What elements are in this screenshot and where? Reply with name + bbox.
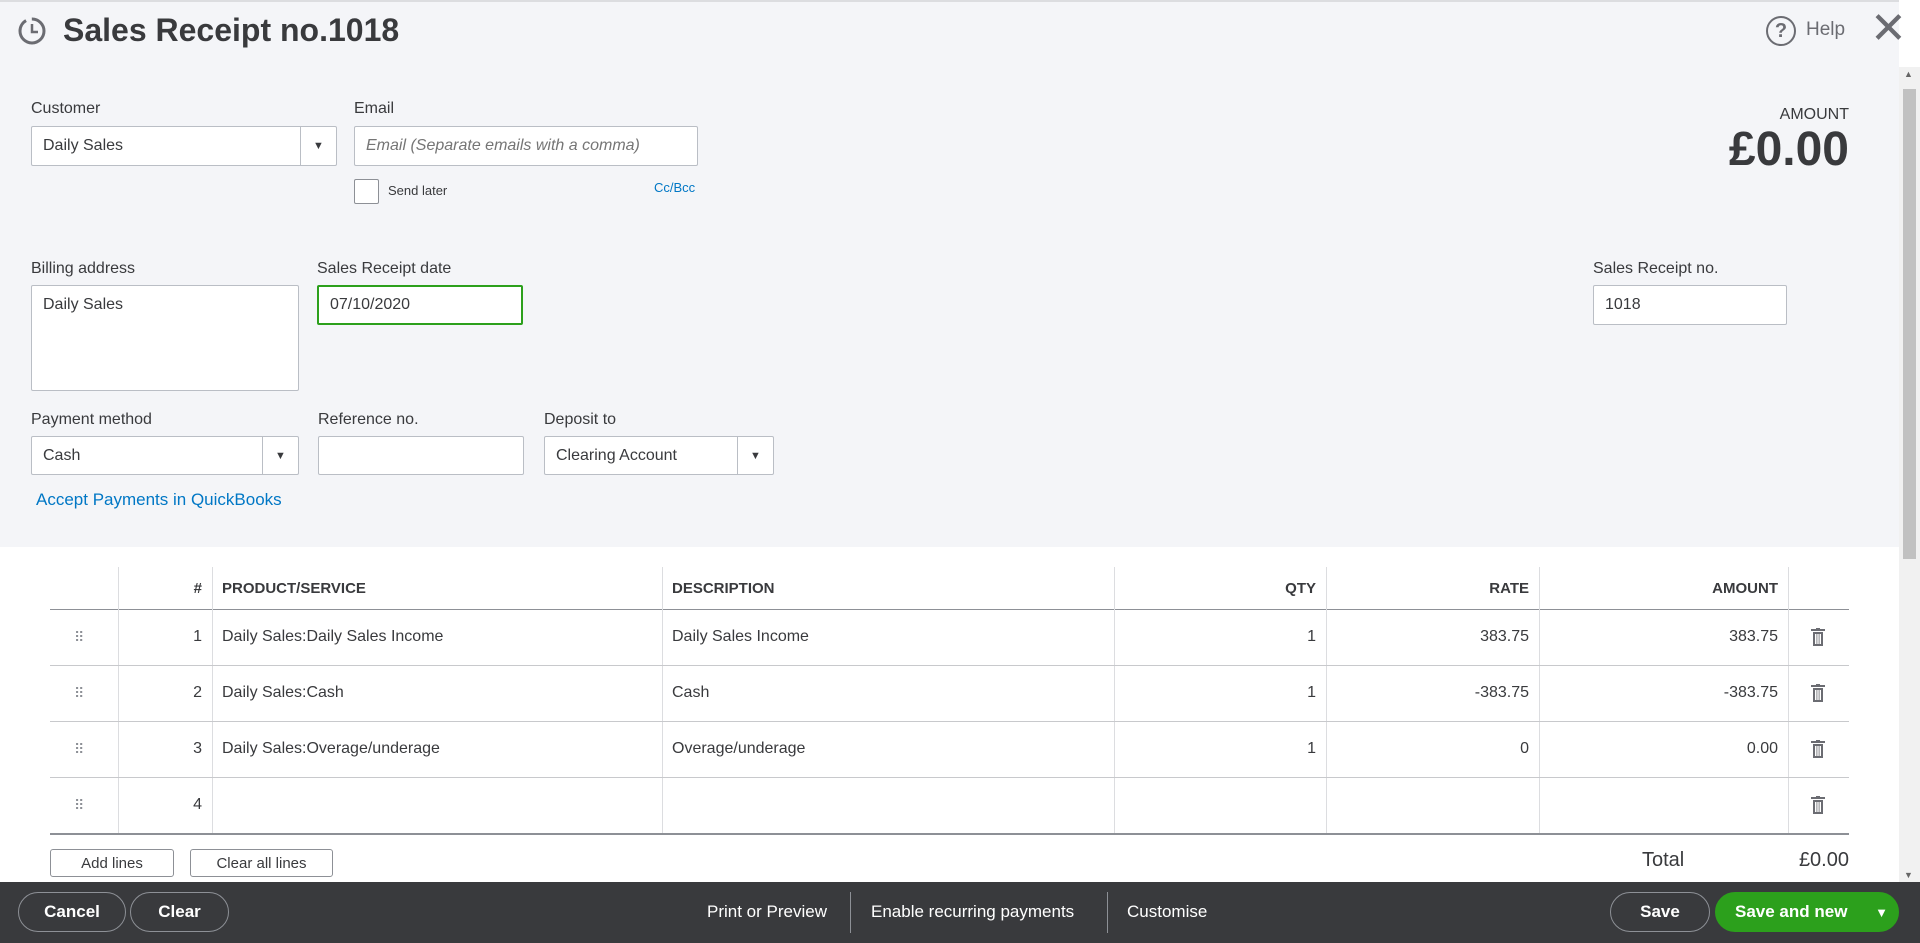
- cell-product[interactable]: Daily Sales:Cash: [222, 665, 652, 721]
- column-divider: [662, 567, 663, 833]
- send-later-label: Send later: [388, 183, 448, 198]
- divider: [1107, 892, 1108, 933]
- payment-method-label: Payment method: [31, 411, 152, 428]
- deposit-to-value: Clearing Account: [556, 446, 677, 464]
- trash-icon[interactable]: [1811, 740, 1825, 758]
- help-link[interactable]: Help: [1806, 19, 1845, 41]
- help-icon[interactable]: ?: [1766, 16, 1796, 46]
- scrollbar-thumb[interactable]: [1903, 89, 1916, 559]
- column-divider: [212, 567, 213, 833]
- deposit-to-label: Deposit to: [544, 411, 617, 428]
- send-later-checkbox[interactable]: [354, 179, 379, 204]
- cell-product[interactable]: [222, 777, 652, 833]
- accept-payments-link[interactable]: Accept Payments in QuickBooks: [36, 490, 282, 510]
- customer-value: Daily Sales: [43, 137, 124, 154]
- trash-icon[interactable]: [1811, 628, 1825, 646]
- column-divider: [1539, 567, 1540, 833]
- cancel-button[interactable]: Cancel: [18, 892, 126, 932]
- email-input[interactable]: [354, 126, 698, 166]
- cell-product[interactable]: Daily Sales:Overage/underage: [222, 721, 652, 777]
- cell-n[interactable]: 2: [128, 665, 202, 721]
- cell-description[interactable]: Daily Sales Income: [672, 609, 1104, 665]
- cell-product[interactable]: Daily Sales:Daily Sales Income: [222, 609, 652, 665]
- trash-icon[interactable]: [1811, 684, 1825, 702]
- billing-address-input[interactable]: Daily Sales: [31, 285, 299, 391]
- save-and-new-label: Save and new: [1735, 902, 1848, 921]
- chevron-down-icon[interactable]: ▼: [737, 437, 773, 474]
- cell-qty[interactable]: [1124, 777, 1316, 833]
- column-header: QTY: [1285, 579, 1316, 597]
- cell-n[interactable]: 4: [128, 777, 202, 833]
- cell-description[interactable]: [672, 777, 1104, 833]
- cell-description[interactable]: Overage/underage: [672, 721, 1104, 777]
- column-divider: [1114, 567, 1115, 833]
- cell-rate[interactable]: -383.75: [1336, 665, 1529, 721]
- cell-n[interactable]: 3: [128, 721, 202, 777]
- column-header: RATE: [1489, 579, 1529, 597]
- cell-rate[interactable]: 383.75: [1336, 609, 1529, 665]
- add-lines-button[interactable]: Add lines: [50, 849, 174, 877]
- cell-amount[interactable]: -383.75: [1549, 665, 1778, 721]
- close-icon[interactable]: ✕: [1870, 4, 1907, 54]
- email-label: Email: [354, 100, 395, 117]
- chevron-down-icon[interactable]: ▼: [262, 437, 298, 474]
- customise-link[interactable]: Customise: [1127, 902, 1207, 922]
- payment-method-value: Cash: [43, 446, 81, 464]
- total-label: Total: [1642, 849, 1685, 871]
- scrollbar[interactable]: ▲ ▼: [1899, 67, 1920, 882]
- clear-all-lines-button[interactable]: Clear all lines: [190, 849, 333, 877]
- cell-amount[interactable]: 383.75: [1549, 609, 1778, 665]
- deposit-to-select[interactable]: Clearing Account ▼: [544, 436, 774, 475]
- customer-label: Customer: [31, 100, 101, 117]
- clear-button[interactable]: Clear: [130, 892, 229, 932]
- drag-handle-icon[interactable]: ⠿: [74, 665, 84, 721]
- cell-rate[interactable]: 0: [1336, 721, 1529, 777]
- cell-n[interactable]: 1: [128, 609, 202, 665]
- print-preview-link[interactable]: Print or Preview: [707, 902, 827, 922]
- cell-qty[interactable]: 1: [1124, 721, 1316, 777]
- date-label: Sales Receipt date: [317, 260, 452, 277]
- drag-handle-icon[interactable]: ⠿: [74, 609, 84, 665]
- page-title: Sales Receipt no.1018: [63, 12, 400, 48]
- billing-address-label: Billing address: [31, 260, 136, 277]
- amount-value: £0.00: [1728, 123, 1849, 176]
- cell-qty[interactable]: 1: [1124, 665, 1316, 721]
- chevron-down-icon[interactable]: ▼: [300, 127, 336, 165]
- customer-select[interactable]: Daily Sales ▼: [31, 126, 337, 166]
- drag-handle-icon[interactable]: ⠿: [74, 777, 84, 833]
- divider: [850, 892, 851, 933]
- recent-transactions-icon[interactable]: [16, 14, 48, 48]
- column-divider: [118, 567, 119, 833]
- column-header: AMOUNT: [1712, 579, 1778, 597]
- drag-handle-icon[interactable]: ⠿: [74, 721, 84, 777]
- reference-label: Reference no.: [318, 411, 419, 428]
- receipt-no-input[interactable]: 1018: [1593, 285, 1787, 325]
- reference-input[interactable]: [318, 436, 524, 475]
- cell-rate[interactable]: [1336, 777, 1529, 833]
- column-header: PRODUCT/SERVICE: [222, 579, 366, 597]
- column-header: DESCRIPTION: [672, 579, 775, 597]
- footer-bar: Cancel Clear Print or Preview Enable rec…: [0, 882, 1920, 943]
- chevron-down-icon[interactable]: ▼: [1875, 905, 1888, 920]
- total-value: £0.00: [1798, 849, 1849, 871]
- trash-icon[interactable]: [1811, 796, 1825, 814]
- payment-method-select[interactable]: Cash ▼: [31, 436, 299, 475]
- receipt-no-label: Sales Receipt no.: [1593, 260, 1719, 277]
- column-header: #: [193, 579, 202, 597]
- column-divider: [1788, 567, 1789, 833]
- cell-amount[interactable]: [1549, 777, 1778, 833]
- cell-description[interactable]: Cash: [672, 665, 1104, 721]
- cell-qty[interactable]: 1: [1124, 609, 1316, 665]
- row-divider: [50, 833, 1849, 835]
- date-input[interactable]: 07/10/2020: [317, 285, 523, 325]
- save-button[interactable]: Save: [1610, 892, 1710, 932]
- scroll-up-icon[interactable]: ▲: [1904, 69, 1913, 79]
- cell-amount[interactable]: 0.00: [1549, 721, 1778, 777]
- column-divider: [1326, 567, 1327, 833]
- ccbcc-link[interactable]: Cc/Bcc: [654, 180, 695, 195]
- scroll-down-icon[interactable]: ▼: [1904, 870, 1913, 880]
- save-and-new-button[interactable]: Save and new ▼: [1715, 892, 1899, 932]
- recurring-payments-link[interactable]: Enable recurring payments: [871, 902, 1074, 922]
